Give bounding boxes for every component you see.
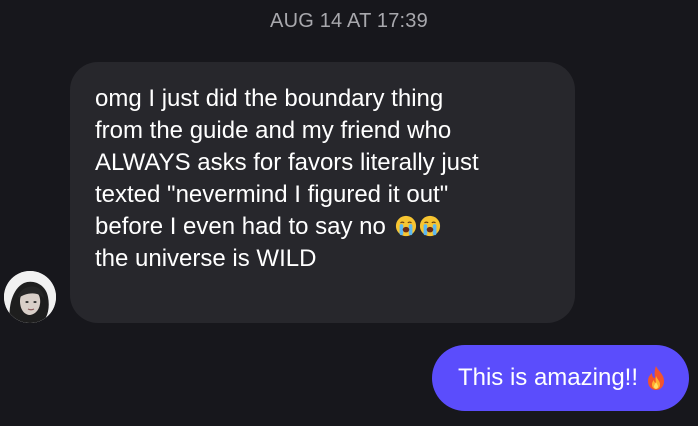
outgoing-message-bubble[interactable]: This is amazing!! [431, 345, 689, 411]
sender-avatar[interactable] [4, 271, 56, 323]
message-line: ALWAYS asks for favors literally just [95, 149, 479, 176]
crying-face-icon [395, 215, 416, 237]
message-line: texted "nevermind I figured it out" [95, 181, 449, 208]
avatar-photo [4, 271, 56, 323]
fire-icon [648, 366, 664, 390]
incoming-message-bubble[interactable]: omg I just did the boundary thing from t… [70, 62, 575, 323]
message-line: omg I just did the boundary thing [95, 85, 444, 112]
message-timestamp: AUG 14 AT 17:39 [270, 10, 428, 32]
message-line: before I even had to say no [95, 213, 386, 240]
message-line: from the guide and my friend who [95, 117, 452, 144]
chat-thread: AUG 14 AT 17:39 omg I just did the bound… [0, 0, 698, 426]
crying-face-icon [419, 215, 440, 237]
message-line-with-emoji: before I even had to say no [95, 211, 551, 243]
message-line: the universe is WILD [95, 245, 317, 272]
outgoing-message-text: This is amazing!! [457, 364, 638, 391]
